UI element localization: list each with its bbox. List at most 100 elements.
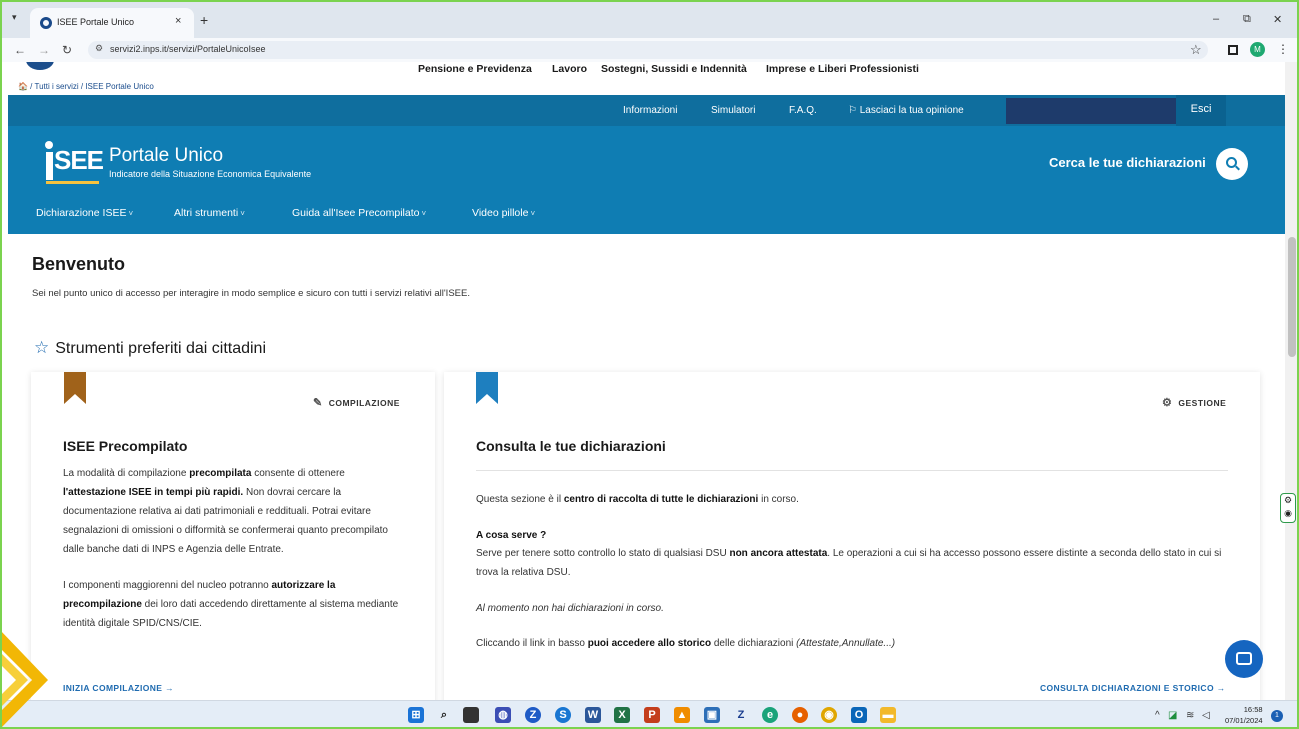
- start-menu-icon[interactable]: ⊞: [408, 707, 424, 723]
- back-icon[interactable]: ←: [14, 43, 26, 57]
- app-z-letter-icon[interactable]: Z: [733, 707, 749, 723]
- chat-button[interactable]: [1225, 640, 1263, 678]
- page-scrollbar[interactable]: [1285, 62, 1299, 700]
- tray-app-icon[interactable]: ◪: [1168, 710, 1177, 721]
- profile-avatar[interactable]: M: [1250, 42, 1265, 57]
- tab-close-icon[interactable]: ×: [175, 15, 181, 27]
- app-z-icon[interactable]: Z: [525, 707, 541, 723]
- nav-guida-isee[interactable]: Guida all'Isee Precompilato ˅: [292, 207, 426, 219]
- accessibility-extension-icon[interactable]: ⚙ ◉: [1280, 493, 1296, 523]
- card-description-2: I componenti maggiorenni del nucleo potr…: [63, 580, 399, 629]
- inps-header: Pensione e Previdenza Lavoro Sostegni, S…: [8, 62, 1285, 80]
- edge-icon[interactable]: e: [762, 707, 778, 723]
- util-feedback[interactable]: ⚐ Lasciaci la tua opinione: [848, 105, 964, 116]
- address-bar[interactable]: ⚙ servizi2.inps.it/servizi/PortaleUnicoI…: [88, 41, 1208, 59]
- history-hint: Cliccando il link in basso puoi accedere…: [476, 638, 896, 649]
- app-window-icon[interactable]: ▣: [704, 707, 720, 723]
- util-faq[interactable]: F.A.Q.: [789, 105, 817, 116]
- card-question: A cosa serve ?: [476, 530, 547, 541]
- tag-label: GESTIONE: [1178, 398, 1227, 408]
- tray-chevron-icon[interactable]: ^: [1155, 710, 1160, 721]
- search-button[interactable]: [1216, 148, 1248, 180]
- firefox-icon[interactable]: ●: [792, 707, 808, 723]
- chevron-down-icon: ˅: [530, 209, 536, 218]
- site-info-icon[interactable]: ⚙: [95, 43, 103, 54]
- url-text: servizi2.inps.it/servizi/PortaleUnicoIse…: [110, 44, 266, 54]
- minimize-button[interactable]: –: [1213, 13, 1219, 25]
- card-isee-precompilato: ✎ COMPILAZIONE ISEE Precompilato La modal…: [31, 372, 435, 700]
- bookmark-icon: [64, 372, 86, 404]
- vlc-icon[interactable]: ▲: [674, 707, 690, 723]
- isee-logo[interactable]: SEE: [43, 138, 104, 184]
- search-declarations-label[interactable]: Cerca le tue dichiarazioni: [1049, 155, 1206, 170]
- chevron-down-icon: ˅: [240, 209, 245, 218]
- taskbar-clock[interactable]: 16:58 07/01/2024: [1225, 704, 1263, 726]
- browser-tab[interactable]: ISEE Portale Unico ×: [30, 8, 194, 38]
- new-tab-button[interactable]: +: [200, 12, 208, 28]
- favorites-section-title: ☆ Strumenti preferiti dai cittadini: [34, 338, 266, 358]
- nav-altri-strumenti[interactable]: Altri strumenti ˅: [174, 207, 245, 219]
- nav-video-pillole[interactable]: Video pillole ˅: [472, 207, 535, 219]
- file-explorer-icon[interactable]: ▬: [880, 707, 896, 723]
- excel-icon[interactable]: X: [614, 707, 630, 723]
- nav-label: Dichiarazione ISEE: [36, 207, 127, 219]
- restore-button[interactable]: ⧉: [1243, 13, 1251, 26]
- volume-icon[interactable]: ◁: [1202, 710, 1210, 721]
- portal-hero: SEE Portale Unico Indicatore della Situa…: [8, 126, 1285, 234]
- gear-icon: ⚙: [1162, 397, 1173, 409]
- star-outline-icon: ☆: [34, 338, 50, 357]
- chrome-icon[interactable]: ◉: [821, 707, 837, 723]
- card-divider: [476, 470, 1228, 471]
- inps-menu-imprese[interactable]: Imprese e Liberi Professionisti: [766, 63, 919, 75]
- card-explanation: Serve per tenere sotto controllo lo stat…: [476, 548, 1222, 578]
- inps-menu-pensione[interactable]: Pensione e Previdenza: [418, 63, 532, 75]
- util-simulatori[interactable]: Simulatori: [711, 105, 755, 116]
- breadcrumb[interactable]: 🏠 / Tutti i servizi / ISEE Portale Unico: [18, 82, 154, 91]
- nav-label: Altri strumenti: [174, 207, 239, 219]
- teams-icon[interactable]: ◍: [495, 707, 511, 723]
- tag-label: COMPILAZIONE: [328, 398, 400, 408]
- section-title-text: Strumenti preferiti dai cittadini: [55, 340, 267, 357]
- powerpoint-icon[interactable]: P: [644, 707, 660, 723]
- inps-menu-lavoro[interactable]: Lavoro: [552, 63, 587, 75]
- portal-title: Portale Unico: [109, 145, 224, 166]
- browser-tabbar: ▾ ISEE Portale Unico × + – ⧉ ✕: [0, 0, 1299, 38]
- scrollbar-thumb[interactable]: [1288, 237, 1296, 357]
- chevron-down-icon: ˅: [128, 209, 134, 218]
- chevron-down-icon: ˅: [421, 209, 427, 218]
- forward-icon[interactable]: →: [38, 43, 50, 57]
- side-panel-icon[interactable]: [1228, 45, 1238, 55]
- task-view-icon[interactable]: [463, 707, 479, 723]
- wifi-icon[interactable]: ≋: [1186, 710, 1194, 721]
- extension-glyph: ⚙: [1283, 495, 1293, 505]
- outlook-icon[interactable]: O: [851, 707, 867, 723]
- inps-logo-icon[interactable]: [26, 62, 54, 70]
- tab-title: ISEE Portale Unico: [57, 17, 135, 27]
- util-informazioni[interactable]: Informazioni: [623, 105, 677, 116]
- nav-dichiarazione-isee[interactable]: Dichiarazione ISEE ˅: [36, 207, 133, 219]
- consult-history-link[interactable]: CONSULTA DICHIARAZIONI E STORICO →: [1040, 683, 1226, 693]
- chat-icon: [1236, 652, 1252, 665]
- word-icon[interactable]: W: [585, 707, 601, 723]
- close-window-button[interactable]: ✕: [1273, 13, 1282, 26]
- portal-subtitle: Indicatore della Situazione Economica Eq…: [109, 169, 312, 179]
- bookmark-icon: [476, 372, 498, 404]
- tab-search-icon[interactable]: ▾: [12, 12, 26, 26]
- reload-icon[interactable]: ↻: [62, 43, 72, 57]
- logout-button[interactable]: Esci: [1176, 95, 1226, 126]
- start-compilation-link[interactable]: INIZIA COMPILAZIONE →: [63, 683, 174, 693]
- logo-underline: [46, 181, 99, 184]
- notification-badge[interactable]: 1: [1271, 710, 1283, 722]
- taskbar-search-icon[interactable]: ⌕: [436, 707, 452, 723]
- bookmark-star-icon[interactable]: ☆: [1190, 42, 1202, 58]
- extension-glyph-2: ◉: [1284, 508, 1292, 518]
- browser-toolbar: ← → ↻ ⚙ servizi2.inps.it/servizi/Portale…: [0, 38, 1299, 62]
- pencil-icon: ✎: [313, 397, 323, 409]
- card-title: Consulta le tue dichiarazioni: [476, 438, 666, 454]
- app-s-icon[interactable]: S: [555, 707, 571, 723]
- logo-bar: [46, 152, 53, 180]
- search-icon-handle: [1235, 165, 1240, 171]
- clock-time: 16:58: [1243, 705, 1263, 714]
- inps-menu-sostegni[interactable]: Sostegni, Sussidi e Indennità: [601, 63, 747, 75]
- browser-menu-icon[interactable]: ⋮: [1277, 42, 1289, 56]
